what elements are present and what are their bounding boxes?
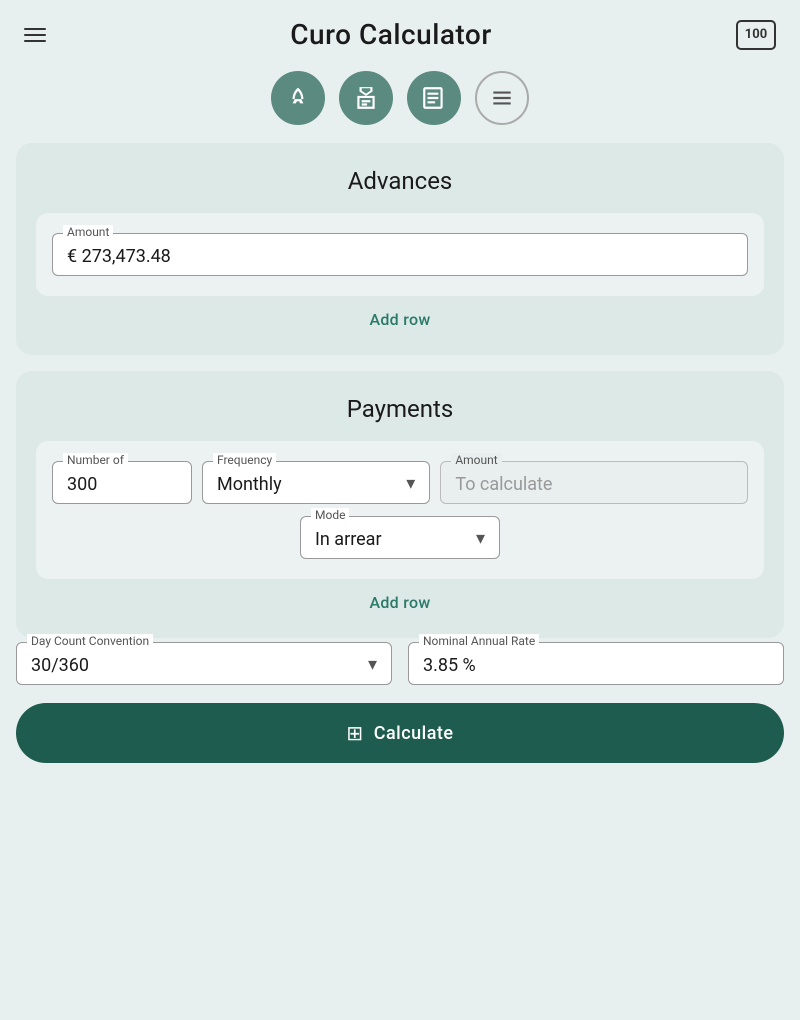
- payments-frequency-label: Frequency: [213, 453, 276, 467]
- calculate-label: Calculate: [374, 723, 454, 744]
- advances-section: Advances Amount € 273,473.48 Add row: [16, 143, 784, 355]
- payments-number-field[interactable]: Number of 300: [52, 461, 192, 504]
- frequency-dropdown-arrow: ▾: [406, 473, 415, 494]
- payments-amount-field: Amount To calculate: [440, 461, 748, 504]
- calculate-button[interactable]: ⊞ Calculate: [16, 703, 784, 763]
- nav-rocket-button[interactable]: [271, 71, 325, 125]
- bottom-row: Day Count Convention 30/360 ▾ Nominal An…: [16, 642, 784, 685]
- payments-title: Payments: [36, 395, 764, 423]
- day-count-field[interactable]: Day Count Convention 30/360 ▾: [16, 642, 392, 685]
- advances-amount-value: € 273,473.48: [67, 246, 733, 267]
- page-title: Curo Calculator: [290, 18, 491, 51]
- menu-icon[interactable]: [24, 28, 46, 42]
- advances-add-row-button[interactable]: Add row: [36, 296, 764, 335]
- nominal-rate-label: Nominal Annual Rate: [419, 634, 539, 648]
- nominal-rate-field[interactable]: Nominal Annual Rate 3.85 %: [408, 642, 784, 685]
- payments-mode-value: In arrear: [315, 529, 382, 550]
- rocket-icon: [285, 85, 311, 111]
- payments-section: Payments Number of 300 Frequency Monthly…: [16, 371, 784, 638]
- day-count-dropdown-arrow: ▾: [368, 654, 377, 675]
- payments-frequency-value: Monthly: [217, 474, 282, 495]
- payments-frequency-field[interactable]: Frequency Monthly ▾: [202, 461, 430, 504]
- payments-row2: Mode In arrear ▾: [52, 516, 748, 559]
- mode-dropdown-arrow: ▾: [476, 528, 485, 549]
- advances-title: Advances: [36, 167, 764, 195]
- payments-mode-field[interactable]: Mode In arrear ▾: [300, 516, 500, 559]
- header: Curo Calculator 100: [0, 0, 800, 61]
- money-icon[interactable]: 100: [736, 20, 776, 50]
- nominal-rate-value: 3.85 %: [423, 655, 769, 676]
- payments-number-label: Number of: [63, 453, 128, 467]
- nav-list-button[interactable]: [475, 71, 529, 125]
- nav-book-button[interactable]: [407, 71, 461, 125]
- advances-inner-card: Amount € 273,473.48: [36, 213, 764, 296]
- book-icon: [421, 85, 447, 111]
- main-content: Advances Amount € 273,473.48 Add row Pay…: [0, 143, 800, 638]
- bottom-controls: Day Count Convention 30/360 ▾ Nominal An…: [0, 642, 800, 763]
- payments-inner-card: Number of 300 Frequency Monthly ▾ Amount…: [36, 441, 764, 579]
- payments-amount-placeholder: To calculate: [455, 474, 733, 495]
- day-count-value: 30/360: [31, 655, 89, 676]
- day-count-label: Day Count Convention: [27, 634, 153, 648]
- payments-mode-label: Mode: [311, 508, 349, 522]
- list-icon: [489, 85, 515, 111]
- nav-badge-button[interactable]: [339, 71, 393, 125]
- payments-number-value: 300: [67, 474, 177, 495]
- calculator-icon: ⊞: [346, 721, 363, 745]
- advances-amount-field[interactable]: Amount € 273,473.48: [52, 233, 748, 276]
- payments-add-row-button[interactable]: Add row: [36, 579, 764, 618]
- payments-row1: Number of 300 Frequency Monthly ▾ Amount…: [52, 461, 748, 504]
- payments-amount-label: Amount: [451, 453, 501, 467]
- advances-amount-label: Amount: [63, 225, 113, 239]
- badge-icon: [353, 85, 379, 111]
- nav-icons: [0, 61, 800, 143]
